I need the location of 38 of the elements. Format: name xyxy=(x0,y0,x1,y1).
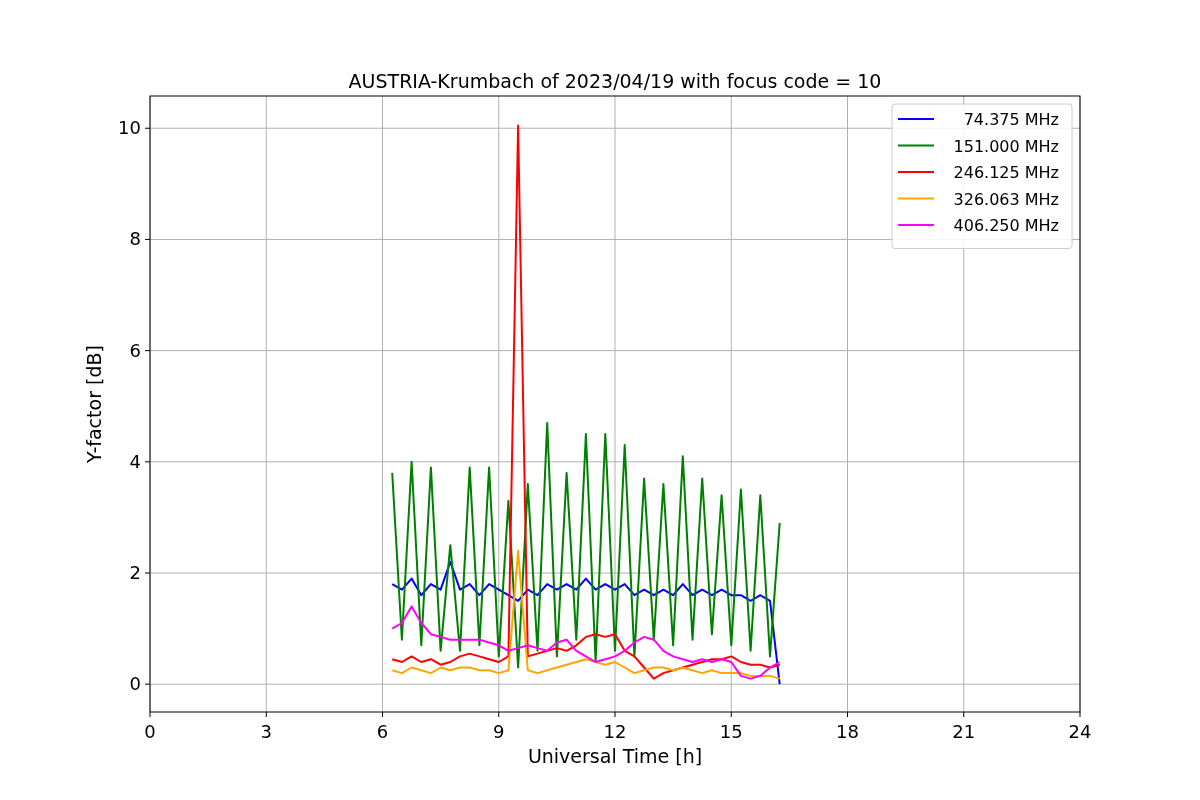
x-axis-label: Universal Time [h] xyxy=(527,745,703,767)
x-tick-label: 18 xyxy=(836,721,859,742)
x-tick-label: 24 xyxy=(1068,721,1092,742)
x-tick-label: 6 xyxy=(376,721,389,742)
tick-mark xyxy=(265,711,267,718)
x-tick-label: 12 xyxy=(603,721,627,742)
y-tick-label: 10 xyxy=(118,117,141,139)
tick-mark xyxy=(144,127,151,129)
legend-label: 406.250 MHz xyxy=(953,216,1059,235)
tick-mark xyxy=(382,711,383,718)
tick-mark xyxy=(498,711,500,718)
x-tick-label: 3 xyxy=(260,721,272,742)
tick-mark xyxy=(149,711,151,718)
x-tick-label: 0 xyxy=(144,721,156,742)
y-tick-label: 4 xyxy=(129,450,141,472)
y-axis-label: Y-factor [dB] xyxy=(83,345,105,463)
tick-mark xyxy=(144,350,151,352)
tick-mark xyxy=(144,461,151,463)
legend-label: 151.000 MHz xyxy=(953,136,1059,156)
tick-mark xyxy=(614,711,616,718)
x-tick-label: 21 xyxy=(952,721,976,742)
tick-mark xyxy=(144,238,151,240)
tick-mark xyxy=(144,683,151,685)
y-tick-label: 8 xyxy=(129,228,141,250)
tick-mark xyxy=(847,711,848,718)
tick-mark xyxy=(1079,711,1081,718)
chart-title: AUSTRIA-Krumbach of 2023/04/19 with focus code = 10 xyxy=(348,70,882,92)
tick-mark xyxy=(144,572,151,574)
legend-label: 74.375 MHz xyxy=(963,110,1059,129)
legend-label: 326.063 MHz xyxy=(953,189,1059,209)
y-tick-label: 0 xyxy=(129,673,141,695)
y-tick-label: 2 xyxy=(129,562,141,583)
y-tick-label: 6 xyxy=(129,339,141,361)
tick-mark xyxy=(730,711,732,718)
x-tick-label: 9 xyxy=(493,721,505,742)
tick-mark xyxy=(963,711,965,718)
x-tick-label: 15 xyxy=(719,721,743,742)
legend-label: 246.125 MHz xyxy=(953,163,1059,182)
